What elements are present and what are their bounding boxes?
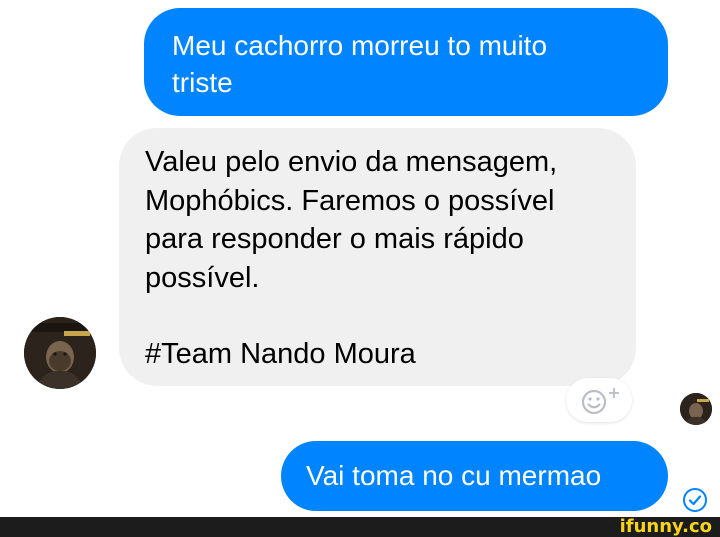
read-receipt-avatar — [680, 393, 712, 425]
check-circle-icon — [682, 487, 708, 513]
outgoing-message-bubble[interactable]: Meu cachorro morreu to muito triste — [144, 8, 668, 116]
reaction-button[interactable] — [566, 378, 632, 422]
message-line: Mophóbics. Faremos o possível — [145, 184, 555, 217]
avatar-portrait-icon — [24, 317, 96, 389]
message-text: Vai toma no cu mermao — [306, 460, 602, 491]
smiley-plus-icon — [581, 388, 619, 415]
message-line: possível. — [145, 261, 260, 294]
ifunny-logo: ifunny.co — [619, 516, 712, 537]
avatar-portrait-icon — [680, 393, 712, 425]
message-line: para responder o mais rápido — [145, 223, 524, 255]
sender-avatar[interactable] — [24, 317, 96, 389]
message-line: triste — [172, 67, 233, 98]
incoming-message-bubble[interactable]: Valeu pelo envio da mensagem, Mophóbics.… — [119, 128, 636, 386]
hashtag-line: #Team Nando Moura — [145, 338, 416, 370]
message-line: Valeu pelo envio da mensagem, — [145, 146, 558, 178]
message-line: Meu cachorro morreu to muito — [172, 30, 548, 61]
outgoing-message-bubble[interactable]: Vai toma no cu mermao — [281, 441, 668, 511]
watermark-bar: ifunny.co — [0, 517, 720, 537]
